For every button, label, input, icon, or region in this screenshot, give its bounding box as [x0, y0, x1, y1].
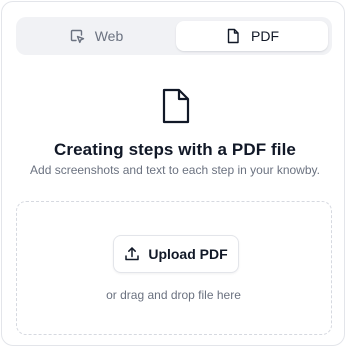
file-dropzone[interactable]: Upload PDF or drag and drop file here — [16, 201, 332, 335]
tab-pdf[interactable]: PDF — [176, 21, 328, 51]
source-tab-switcher: Web PDF — [16, 17, 332, 55]
pdf-upload-card: Web PDF Creating steps with a PDF file A… — [1, 1, 345, 346]
page-title: Creating steps with a PDF file — [54, 140, 296, 159]
upload-pdf-button[interactable]: Upload PDF — [113, 235, 239, 273]
drop-hint: or drag and drop file here — [106, 288, 241, 302]
tab-pdf-label: PDF — [251, 28, 279, 44]
upload-icon — [124, 246, 140, 262]
file-icon — [225, 28, 241, 44]
upload-pdf-label: Upload PDF — [148, 246, 228, 262]
cursor-click-icon — [69, 28, 85, 44]
page-subtitle: Add screenshots and text to each step in… — [30, 163, 320, 177]
tab-web-label: Web — [94, 28, 124, 44]
file-icon — [160, 88, 192, 124]
tab-web[interactable]: Web — [20, 21, 172, 51]
